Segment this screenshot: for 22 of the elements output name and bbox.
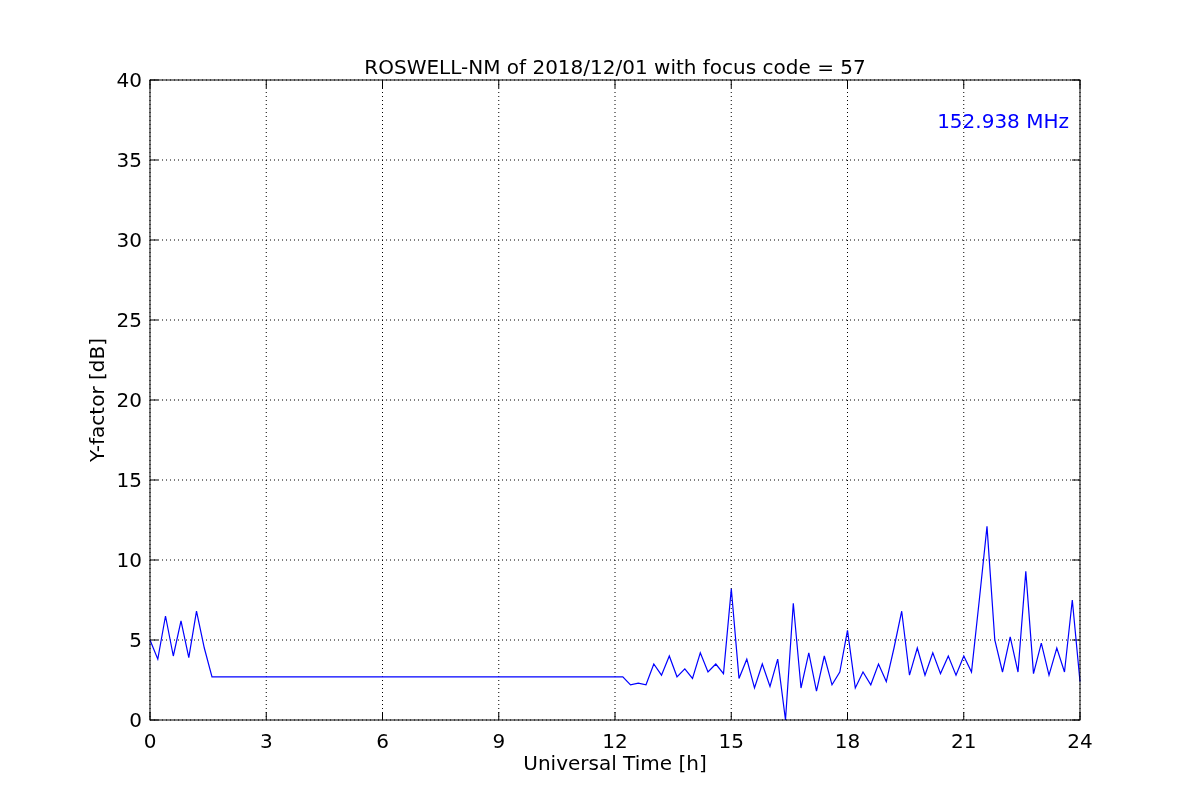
y-tick-label: 15: [116, 468, 142, 492]
series-label: 152.938 MHz: [937, 109, 1069, 133]
x-tick-label: 6: [376, 729, 389, 753]
x-tick-label: 21: [951, 729, 977, 753]
y-tick-label: 25: [116, 308, 142, 332]
x-tick-label: 12: [602, 729, 628, 753]
x-tick-label: 15: [718, 729, 744, 753]
y-tick-label: 40: [116, 68, 142, 92]
x-tick-label: 0: [143, 729, 157, 753]
x-tick-label: 18: [834, 729, 861, 753]
y-tick-label: 20: [116, 388, 142, 412]
y-tick-label: 35: [116, 148, 142, 172]
x-axis-label: Universal Time [h]: [523, 751, 707, 775]
y-tick-label: 0: [129, 708, 142, 732]
y-tick-label: 10: [116, 548, 142, 572]
x-tick-label: 24: [1067, 729, 1093, 753]
y-axis-label: Y-factor [dB]: [85, 338, 109, 462]
chart-title: ROSWELL-NM of 2018/12/01 with focus code = 57: [364, 55, 866, 79]
y-tick-label: 30: [116, 228, 142, 252]
y-tick-label: 5: [129, 628, 142, 652]
x-tick-label: 9: [492, 729, 506, 753]
x-tick-label: 3: [259, 729, 273, 753]
